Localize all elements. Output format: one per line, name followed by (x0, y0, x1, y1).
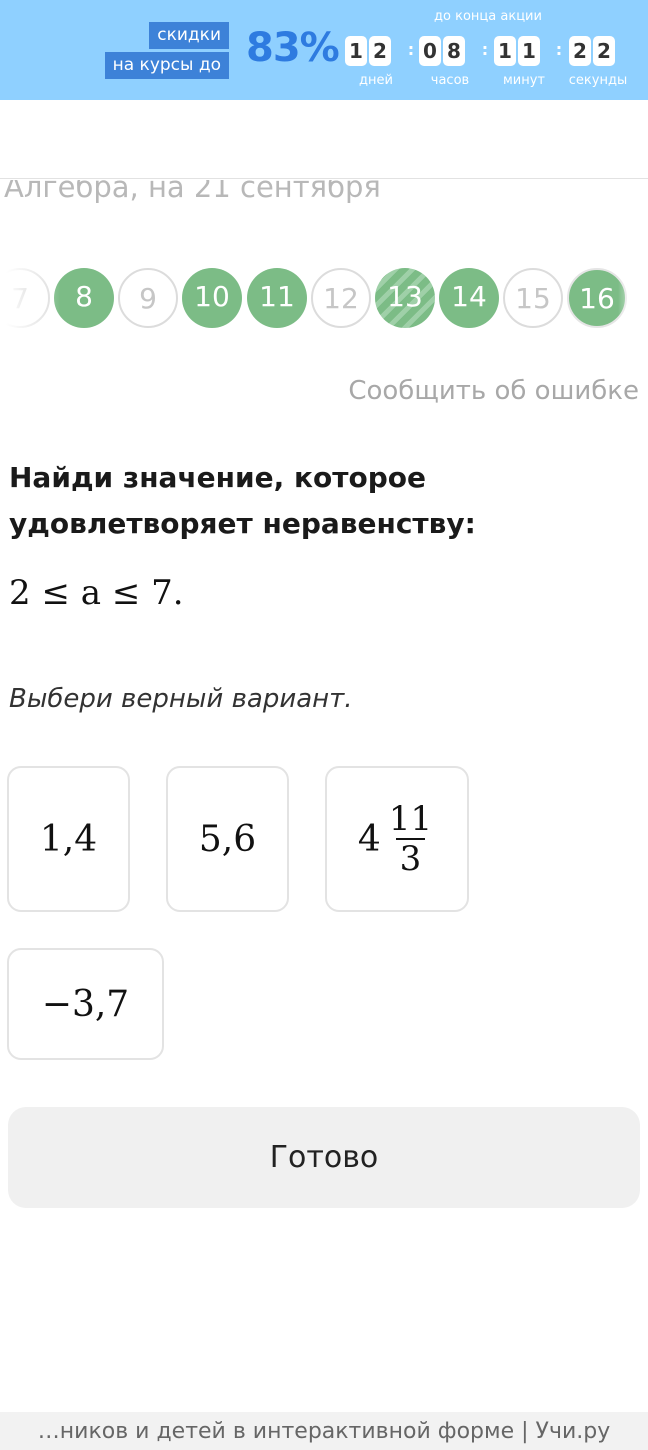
task-item-13[interactable]: 13 (375, 268, 435, 328)
timer-digit: 2 (569, 36, 591, 66)
answer-option[interactable]: 4 11 3 (325, 766, 469, 912)
task-item-12[interactable]: 12 (311, 268, 371, 328)
header-toolbar: 7 4 3 Полный доступ (0, 100, 648, 179)
task-item-9[interactable]: 9 (118, 268, 178, 328)
timer-digit: 1 (345, 36, 367, 66)
report-error-link[interactable]: Сообщить об ошибке (348, 376, 639, 406)
answer-option-value: −3,7 (41, 983, 130, 1025)
answer-option-value: 5,6 (198, 818, 257, 860)
full-access-button[interactable]: Полный доступ (386, 110, 648, 168)
chevron-down-icon (140, 134, 154, 143)
mixed-fraction: 4 11 3 (358, 800, 436, 878)
timer-digit: 8 (443, 36, 465, 66)
submit-button[interactable]: Готово (8, 1107, 640, 1208)
lesson-title: Алгебра, на 21 сентября (4, 170, 381, 204)
instruction-text: Выбери верный вариант. (9, 684, 353, 714)
task-item-11[interactable]: 11 (247, 268, 307, 328)
timer-digit: 0 (419, 36, 441, 66)
gem-icon (285, 116, 325, 160)
fraction: 11 3 (385, 800, 436, 878)
promo-tag-courses: на курсы до (104, 52, 229, 79)
pager-fade-left (0, 268, 60, 330)
inequality-formula: 2 ≤ a ≤ 7. (9, 573, 184, 613)
timer-label-seconds: секунды (568, 73, 628, 88)
gems-count: 3 (334, 126, 348, 150)
gems-counter[interactable]: 3 (282, 114, 362, 164)
messages-button[interactable]: 7 (2, 106, 62, 170)
promo-percent: 83% (246, 25, 340, 71)
answer-option[interactable]: 1,4 (7, 766, 130, 912)
task-item-15[interactable]: 15 (503, 268, 563, 328)
timer-label-days: дней (359, 73, 393, 88)
profile-menu[interactable] (86, 112, 160, 170)
timer-digit: 1 (518, 36, 540, 66)
timer-label-minutes: минут (502, 73, 546, 88)
timer-digit: 1 (494, 36, 516, 66)
task-item-14[interactable]: 14 (439, 268, 499, 328)
goals-button[interactable]: 4 (184, 106, 248, 170)
task-pager[interactable]: 7 8 9 10 11 12 13 14 15 16 (0, 268, 648, 330)
timer-digit: 2 (369, 36, 391, 66)
footer-text: …ников и детей в интерактивной форме | У… (37, 1419, 611, 1444)
task-item-10[interactable]: 10 (182, 268, 242, 328)
timer-separator: : (481, 40, 489, 59)
answer-option[interactable]: 5,6 (166, 766, 289, 912)
messages-badge: 7 (31, 106, 62, 137)
promo-caption: до конца акции (434, 9, 542, 24)
timer-digit: 2 (593, 36, 615, 66)
timer-label-hours: часов (430, 73, 470, 88)
full-access-label: Полный доступ (411, 127, 599, 151)
answer-option-value: 1,4 (39, 818, 98, 860)
cart-icon (600, 127, 630, 153)
timer-separator: : (407, 40, 415, 59)
pager-fade-right (618, 268, 648, 330)
promo-tag-discount: скидки (149, 22, 229, 49)
timer-separator: : (555, 40, 563, 59)
task-item-8[interactable]: 8 (54, 268, 114, 328)
promo-banner[interactable]: скидки на курсы до 83% до конца акции 1 … (0, 0, 648, 100)
goals-badge: 4 (216, 106, 247, 137)
fraction-numerator: 11 (388, 799, 433, 839)
footer-bar: …ников и детей в интерактивной форме | У… (0, 1412, 648, 1450)
fraction-whole: 4 (357, 818, 381, 860)
avatar (88, 115, 128, 168)
fraction-denominator: 3 (395, 838, 426, 878)
question-text: Найди значение, которое удовлетворяет не… (9, 461, 476, 540)
answer-option[interactable]: −3,7 (7, 948, 164, 1060)
